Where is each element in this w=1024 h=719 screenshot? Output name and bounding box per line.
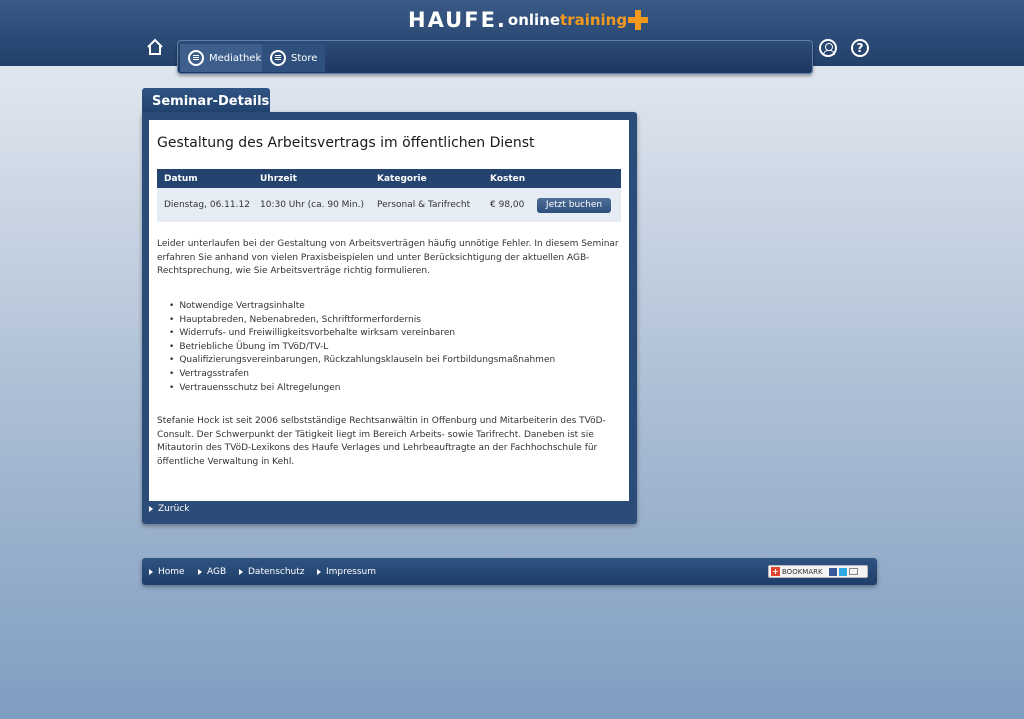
bookmark-share-button[interactable]: + BOOKMARK: [768, 565, 868, 578]
speaker-bio-text: Stefanie Hock ist seit 2006 selbstständi…: [157, 416, 606, 467]
footer-link-datenschutz[interactable]: Datenschutz: [239, 558, 305, 585]
footer-link-label: Impressum: [326, 566, 377, 577]
nav-item-label: Mediathek: [209, 52, 262, 64]
nav-item-label: Store: [291, 52, 318, 64]
list-item: Betriebliche Übung im TVöD/TV-L: [169, 341, 555, 355]
list-icon: [270, 50, 286, 66]
mail-icon: [848, 568, 858, 575]
bookmark-label: BOOKMARK: [782, 567, 823, 576]
footer-link-impressum[interactable]: Impressum: [317, 558, 376, 585]
logo-online: online: [507, 11, 561, 29]
table-row: Dienstag, 06.11.12 10:30 Uhr (ca. 90 Min…: [157, 188, 621, 222]
haufe-logo[interactable]: HAUFE. online training: [408, 7, 649, 33]
column-header: Kategorie: [377, 173, 427, 184]
logo-brand: HAUFE.: [408, 8, 507, 32]
arrow-right-icon: [149, 568, 153, 575]
logo-plus-icon: [628, 10, 649, 30]
list-item: Qualifizierungsvereinbarungen, Rückzahlu…: [169, 354, 555, 368]
user-account-icon[interactable]: [819, 39, 837, 57]
facebook-icon: [828, 567, 837, 576]
nav-item-mediathek[interactable]: Mediathek: [180, 44, 270, 72]
panel-tab-title: Seminar-Details: [142, 88, 270, 114]
list-item: Notwendige Vertragsinhalte: [169, 300, 555, 314]
list-item: Hauptabreden, Nebenabreden, Schriftforme…: [169, 314, 555, 328]
footer-link-home[interactable]: Home: [149, 558, 185, 585]
help-icon[interactable]: ?: [851, 39, 869, 57]
back-link-label: Zurück: [158, 504, 190, 514]
arrow-right-icon: [149, 506, 153, 512]
category-cell: Personal & Tarifrecht: [377, 200, 471, 210]
list-item: Vertragsstrafen: [169, 368, 555, 382]
price-cell: € 98,00: [490, 200, 525, 210]
list-icon: [188, 50, 204, 66]
seminar-details-panel: Gestaltung des Arbeitsvertrags im öffent…: [142, 112, 637, 524]
panel-content: Gestaltung des Arbeitsvertrags im öffent…: [149, 120, 629, 501]
date-cell: Dienstag, 06.11.12: [164, 200, 250, 210]
logo-training: training: [560, 11, 628, 29]
footer-link-label: Datenschutz: [248, 566, 305, 577]
column-header: Uhrzeit: [260, 173, 297, 184]
home-icon[interactable]: [146, 38, 164, 56]
seminar-details-table: Datum Uhrzeit Kategorie Kosten Dienstag,…: [157, 169, 621, 222]
topics-list: Notwendige Vertragsinhalte Hauptabreden,…: [169, 300, 555, 395]
main-nav: Mediathek Store: [177, 40, 813, 74]
table-header-row: Datum Uhrzeit Kategorie Kosten: [157, 169, 621, 188]
arrow-right-icon: [239, 568, 243, 575]
book-now-button[interactable]: Jetzt buchen: [537, 198, 611, 213]
footer-link-agb[interactable]: AGB: [198, 558, 226, 585]
seminar-intro-text: Leider unterlaufen bei der Gestaltung vo…: [157, 239, 619, 276]
back-link[interactable]: Zurück: [149, 504, 189, 514]
arrow-right-icon: [317, 568, 321, 575]
list-item: Widerrufs- und Freiwilligkeitsvorbehalte…: [169, 327, 555, 341]
bookmark-plus-icon: +: [771, 567, 780, 576]
nav-item-store[interactable]: Store: [262, 44, 326, 72]
twitter-icon: [838, 567, 847, 576]
column-header: Datum: [164, 173, 198, 184]
column-header: Kosten: [490, 173, 526, 184]
seminar-title: Gestaltung des Arbeitsvertrags im öffent…: [157, 135, 535, 151]
footer-link-label: AGB: [207, 566, 227, 577]
time-cell: 10:30 Uhr (ca. 90 Min.): [260, 200, 365, 210]
list-item: Vertrauensschutz bei Altregelungen: [169, 382, 555, 396]
footer-bar: Home AGB Datenschutz Impressum + BOOKMAR…: [142, 558, 877, 585]
footer-link-label: Home: [158, 566, 185, 577]
header-bar: HAUFE. online training Mediathek Store ?: [0, 0, 1024, 74]
arrow-right-icon: [198, 568, 202, 575]
